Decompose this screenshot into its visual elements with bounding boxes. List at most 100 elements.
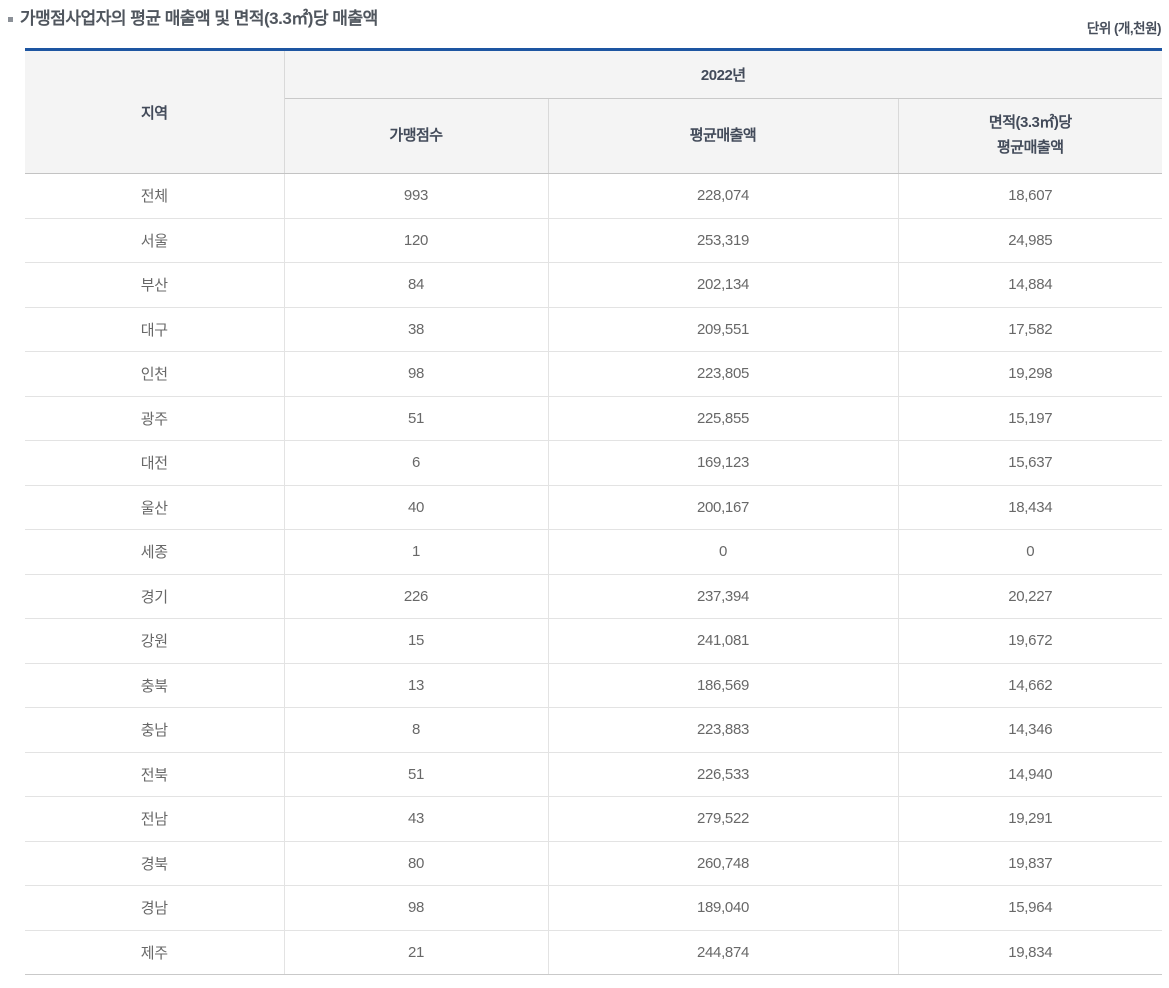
avg-sales-cell: 169,123 (548, 440, 899, 486)
region-cell: 경남 (25, 885, 285, 931)
avg-sales-cell: 189,040 (548, 885, 899, 931)
stores-cell: 80 (284, 841, 549, 886)
area-sales-cell: 24,985 (898, 218, 1163, 263)
region-cell: 광주 (25, 396, 285, 441)
region-cell: 부산 (25, 262, 285, 308)
square-bullet-icon (8, 16, 13, 22)
table-row: 전남 43 279,522 19,291 (25, 796, 1163, 842)
avg-sales-cell: 225,855 (548, 396, 899, 441)
region-cell: 경기 (25, 574, 285, 619)
table-row: 광주 51 225,855 15,197 (25, 396, 1163, 441)
stores-cell: 98 (284, 885, 549, 931)
table-row: 세종 1 0 0 (25, 529, 1163, 575)
avg-sales-cell: 241,081 (548, 618, 899, 664)
table-row: 충북 13 186,569 14,662 (25, 663, 1163, 708)
page: 가맹점사업자의 평균 매출액 및 면적(3.3㎡)당 매출액 단위 (개,천원)… (0, 0, 1169, 988)
region-cell: 세종 (25, 529, 285, 575)
area-sales-cell: 19,298 (898, 351, 1163, 397)
col-header-area-sales-line1: 면적(3.3㎡)당 (988, 114, 1072, 132)
area-sales-cell: 17,582 (898, 307, 1163, 352)
region-cell: 경북 (25, 841, 285, 886)
stores-cell: 43 (284, 796, 549, 842)
col-header-region: 지역 (25, 49, 285, 174)
area-sales-cell: 18,607 (898, 173, 1163, 219)
area-sales-cell: 14,884 (898, 262, 1163, 308)
stores-cell: 6 (284, 440, 549, 486)
stores-cell: 38 (284, 307, 549, 352)
col-header-area-sales: 면적(3.3㎡)당 평균매출액 (898, 98, 1163, 174)
region-cell: 대전 (25, 440, 285, 486)
area-sales-cell: 0 (898, 529, 1163, 575)
header-row-year: 지역 2022년 (25, 49, 1163, 174)
stores-cell: 21 (284, 930, 549, 975)
stores-cell: 15 (284, 618, 549, 664)
region-cell: 전남 (25, 796, 285, 842)
stores-cell: 51 (284, 396, 549, 441)
table-row: 전체 993 228,074 18,607 (25, 173, 1163, 219)
table-header: 지역 2022년 가맹점수 평균매출액 면적(3.3㎡)당 평균매출액 (25, 49, 1163, 174)
avg-sales-cell: 0 (548, 529, 899, 575)
region-cell: 인천 (25, 351, 285, 397)
area-sales-cell: 14,662 (898, 663, 1163, 708)
avg-sales-cell: 223,883 (548, 707, 899, 753)
region-cell: 전체 (25, 173, 285, 219)
col-header-year: 2022년 (284, 49, 1163, 99)
stores-cell: 120 (284, 218, 549, 263)
avg-sales-cell: 279,522 (548, 796, 899, 842)
table-row: 경기 226 237,394 20,227 (25, 574, 1163, 619)
table-row: 대전 6 169,123 15,637 (25, 440, 1163, 486)
page-title-row: 가맹점사업자의 평균 매출액 및 면적(3.3㎡)당 매출액 (8, 9, 378, 29)
stores-cell: 13 (284, 663, 549, 708)
area-sales-cell: 19,291 (898, 796, 1163, 842)
avg-sales-cell: 223,805 (548, 351, 899, 397)
area-sales-cell: 18,434 (898, 485, 1163, 530)
unit-label: 단위 (개,천원) (1086, 21, 1162, 36)
area-sales-cell: 19,672 (898, 618, 1163, 664)
stores-cell: 84 (284, 262, 549, 308)
col-header-stores: 가맹점수 (284, 98, 549, 174)
area-sales-cell: 15,964 (898, 885, 1163, 931)
avg-sales-cell: 260,748 (548, 841, 899, 886)
col-header-avg-sales: 평균매출액 (548, 98, 899, 174)
sales-table: 지역 2022년 가맹점수 평균매출액 면적(3.3㎡)당 평균매출액 전체 99… (25, 48, 1163, 975)
table-body: 전체 993 228,074 18,607 서울 120 253,319 24,985 부산 84… (25, 173, 1163, 975)
region-cell: 울산 (25, 485, 285, 530)
table-row: 서울 120 253,319 24,985 (25, 218, 1163, 263)
avg-sales-cell: 228,074 (548, 173, 899, 219)
avg-sales-cell: 253,319 (548, 218, 899, 263)
avg-sales-cell: 237,394 (548, 574, 899, 619)
table-row: 인천 98 223,805 19,298 (25, 351, 1163, 397)
stores-cell: 98 (284, 351, 549, 397)
region-cell: 제주 (25, 930, 285, 975)
area-sales-cell: 19,837 (898, 841, 1163, 886)
table-row: 충남 8 223,883 14,346 (25, 707, 1163, 753)
table-row: 제주 21 244,874 19,834 (25, 930, 1163, 975)
stores-cell: 51 (284, 752, 549, 797)
stores-cell: 8 (284, 707, 549, 753)
stores-cell: 1 (284, 529, 549, 575)
avg-sales-cell: 200,167 (548, 485, 899, 530)
region-cell: 전북 (25, 752, 285, 797)
table-row: 부산 84 202,134 14,884 (25, 262, 1163, 308)
region-cell: 대구 (25, 307, 285, 352)
stores-cell: 993 (284, 173, 549, 219)
col-header-area-sales-line2: 평균매출액 (997, 139, 1064, 156)
area-sales-cell: 15,197 (898, 396, 1163, 441)
area-sales-cell: 14,940 (898, 752, 1163, 797)
table-row: 강원 15 241,081 19,672 (25, 618, 1163, 664)
stores-cell: 40 (284, 485, 549, 530)
area-sales-cell: 20,227 (898, 574, 1163, 619)
area-sales-cell: 15,637 (898, 440, 1163, 486)
avg-sales-cell: 226,533 (548, 752, 899, 797)
avg-sales-cell: 202,134 (548, 262, 899, 308)
avg-sales-cell: 209,551 (548, 307, 899, 352)
avg-sales-cell: 244,874 (548, 930, 899, 975)
region-cell: 강원 (25, 618, 285, 664)
table-row: 경북 80 260,748 19,837 (25, 841, 1163, 886)
region-cell: 서울 (25, 218, 285, 263)
table-row: 경남 98 189,040 15,964 (25, 885, 1163, 931)
page-title: 가맹점사업자의 평균 매출액 및 면적(3.3㎡)당 매출액 (20, 9, 378, 28)
area-sales-cell: 19,834 (898, 930, 1163, 975)
table-row: 대구 38 209,551 17,582 (25, 307, 1163, 352)
area-sales-cell: 14,346 (898, 707, 1163, 753)
